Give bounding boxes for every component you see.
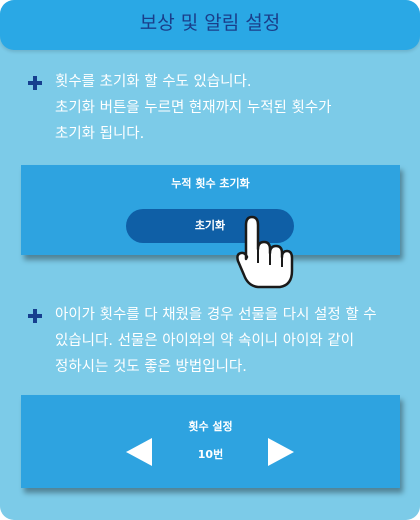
count-panel-title: 횟수 설정: [188, 420, 233, 433]
page-title: 보상 및 알림 설정: [139, 12, 281, 34]
reset-panel: 누적 횟수 초기화 초기화: [21, 165, 400, 255]
pointing-hand-icon: [236, 211, 296, 291]
header-bar: 보상 및 알림 설정: [0, 0, 420, 50]
plus-icon: [28, 76, 42, 90]
triangle-right-icon[interactable]: [268, 438, 294, 466]
gift-description-line: 있습니다. 선물은 아이와의 약 속이니 아이와 같이: [55, 333, 355, 349]
gift-description-line: 정하시는 것도 좋은 방법입니다.: [55, 359, 247, 375]
reset-panel-title: 누적 횟수 초기화: [171, 177, 250, 190]
reset-description-line: 횟수를 초기화 할 수도 있습니다.: [55, 74, 252, 90]
settings-screen: 보상 및 알림 설정 횟수를 초기화 할 수도 있습니다. 초기화 버튼을 누르…: [0, 0, 420, 520]
reset-description: 횟수를 초기화 할 수도 있습니다. 초기화 버튼을 누르면 현재까지 누적된 …: [55, 69, 332, 147]
reset-description-line: 초기화 됩니다.: [55, 126, 145, 142]
reset-description-line: 초기화 버튼을 누르면 현재까지 누적된 횟수가: [55, 100, 332, 116]
plus-icon: [28, 309, 42, 323]
count-value: 10번: [197, 448, 224, 461]
count-setting-panel: 횟수 설정 10번: [21, 395, 400, 488]
gift-description-line: 아이가 횟수를 다 채웠을 경우 선물을 다시 설정 할 수: [55, 307, 377, 323]
gift-description: 아이가 횟수를 다 채웠을 경우 선물을 다시 설정 할 수 있습니다. 선물은…: [55, 302, 377, 380]
